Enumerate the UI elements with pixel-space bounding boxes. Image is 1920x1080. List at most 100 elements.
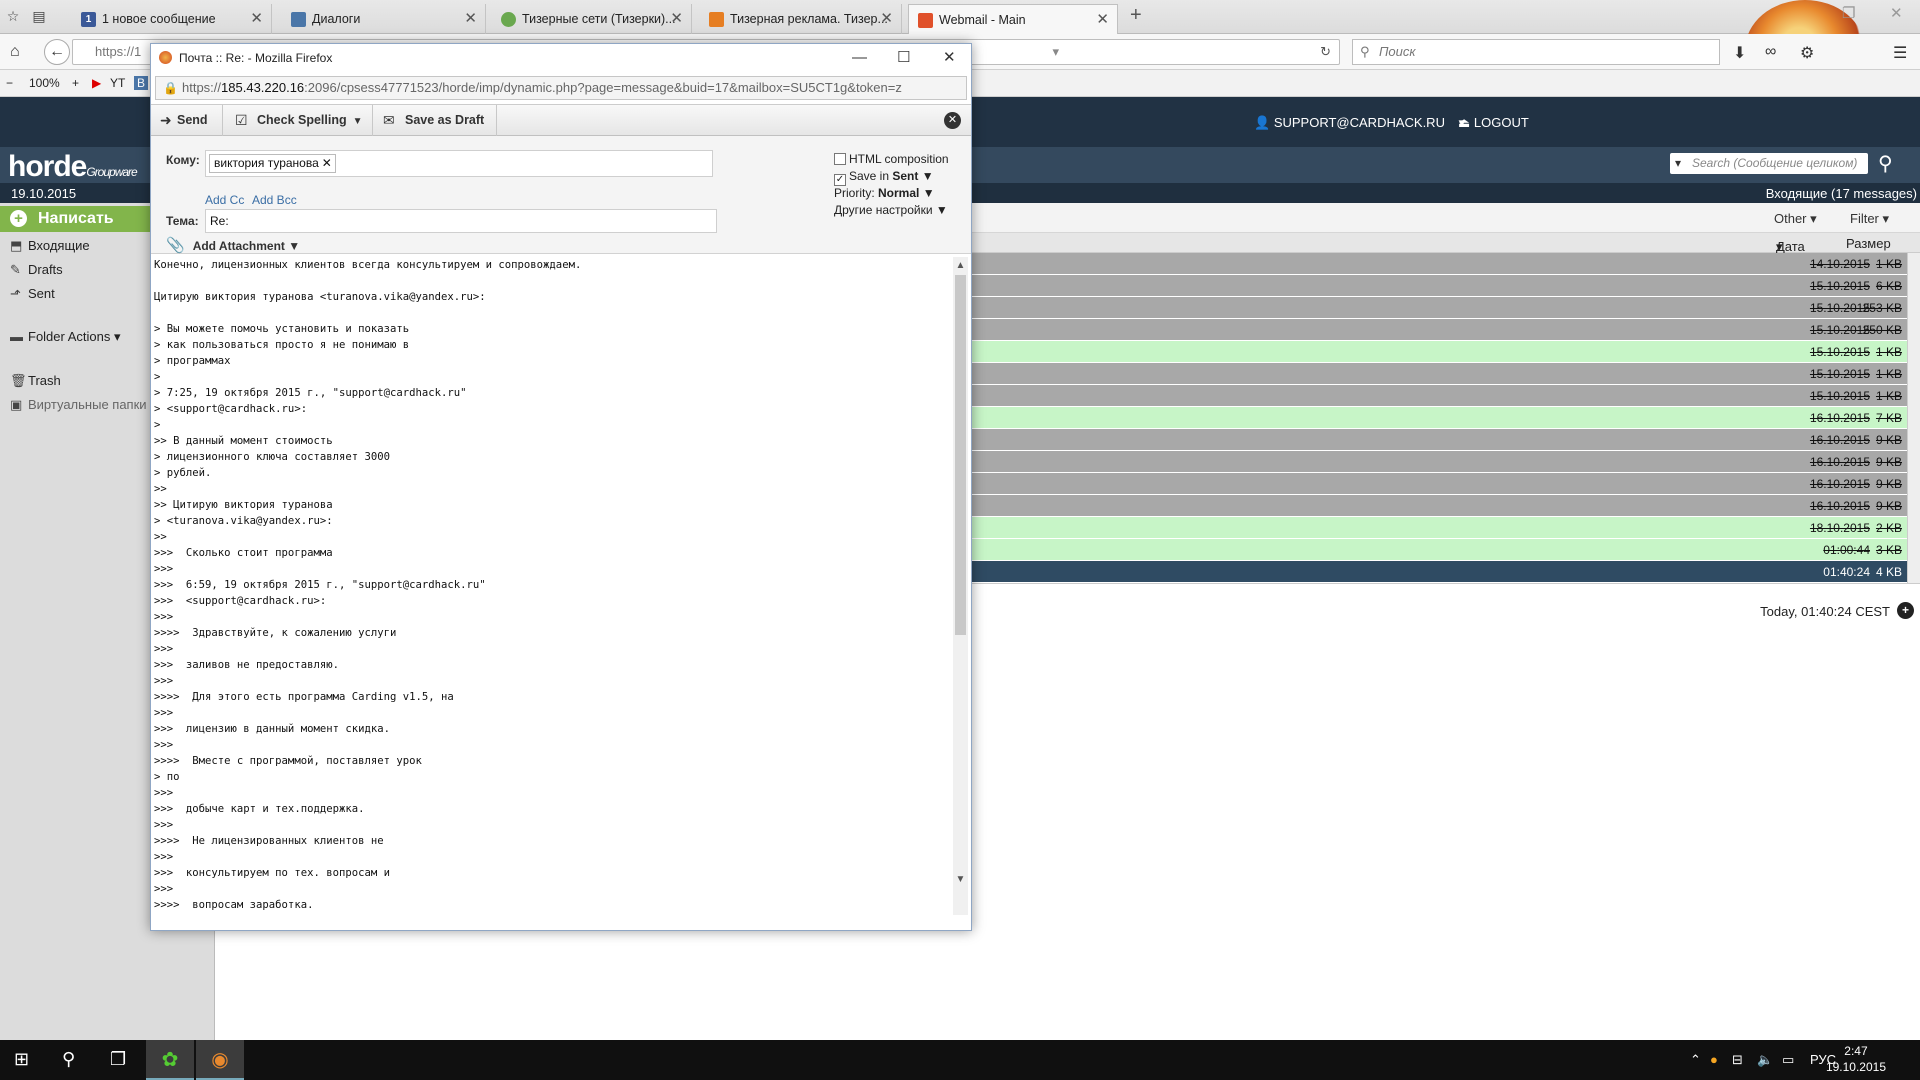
table-row[interactable]: 15.10.2015 1 KB xyxy=(972,385,1907,407)
back-icon[interactable]: ← xyxy=(44,39,70,65)
new-tab-button[interactable]: + xyxy=(1130,4,1142,27)
table-row[interactable]: 01:00:44 3 KB xyxy=(972,539,1907,561)
restore-window-icon[interactable]: ❐ xyxy=(1842,4,1855,22)
tab-close-icon[interactable]: ✕ xyxy=(1096,5,1109,34)
windows-start-icon[interactable]: ⊞ xyxy=(14,1049,29,1070)
logout-link[interactable]: ⏏ LOGOUT xyxy=(1458,115,1529,131)
save-in-sent-option[interactable]: ✓ Save in Sent ▼ xyxy=(834,169,934,186)
other-settings-option[interactable]: Другие настройки ▼ xyxy=(834,203,948,217)
minimize-icon[interactable]: — xyxy=(852,44,867,72)
search-icon[interactable]: ⚲ xyxy=(1878,151,1893,176)
remove-recipient-icon[interactable]: ✕ xyxy=(322,155,332,172)
tab-webmail-main[interactable]: Webmail - Main ✕ xyxy=(908,4,1118,34)
table-row[interactable]: 16.10.2015 9 KB xyxy=(972,429,1907,451)
close-compose-icon[interactable]: ✕ xyxy=(944,112,961,129)
task-view-icon[interactable]: ❐ xyxy=(110,1049,126,1070)
recipient-chip[interactable]: виктория туранова ✕ xyxy=(209,154,336,173)
maximize-icon[interactable]: ☐ xyxy=(897,44,910,72)
sidebar-item-virtual[interactable]: ▣ Виртуальные папки xyxy=(10,397,147,413)
table-row[interactable]: 15.10.2015 253 KB xyxy=(972,297,1907,319)
table-row[interactable]: 15.10.2015 250 KB xyxy=(972,319,1907,341)
bookmark-yt[interactable]: YT xyxy=(110,76,125,90)
youtube-icon[interactable]: ▶ xyxy=(92,76,101,90)
tab-teaser-networks[interactable]: Тизерные сети (Тизерки)... ✕ xyxy=(492,4,692,34)
horde-search-input[interactable]: ▾ Search (Сообщение целиком) xyxy=(1670,153,1868,174)
sidebar-item-inbox[interactable]: ⬒ Входящие xyxy=(10,238,90,254)
volume-icon[interactable]: 🔈 xyxy=(1757,1052,1773,1068)
tab-new-message[interactable]: 1 1 новое сообщение ✕ xyxy=(72,4,272,34)
network-icon[interactable]: ⊟ xyxy=(1732,1052,1743,1068)
add-icon[interactable]: + xyxy=(1897,602,1914,619)
other-dropdown[interactable]: Other ▾ xyxy=(1774,211,1817,227)
search-icon[interactable]: ⚲ xyxy=(62,1049,75,1070)
table-row[interactable]: 01:40:24 4 KB xyxy=(972,561,1907,583)
subject-field[interactable]: Re: xyxy=(205,209,717,233)
check-spelling-button[interactable]: ☑ Check Spelling ▼ xyxy=(223,105,373,136)
add-cc-link[interactable]: Add Cc xyxy=(205,193,244,207)
message-body-editor[interactable]: Конечно, лицензионных клиентов всегда ко… xyxy=(154,257,951,916)
tray-app-icon[interactable]: ● xyxy=(1710,1052,1718,1067)
tab-close-icon[interactable]: ✕ xyxy=(880,4,893,34)
reading-list-icon[interactable]: ▤ xyxy=(30,7,48,25)
tray-chevron-icon[interactable]: ⌃ xyxy=(1690,1052,1701,1068)
list-scrollbar[interactable] xyxy=(1907,253,1920,583)
zoom-level[interactable]: 100% xyxy=(29,76,60,90)
user-menu[interactable]: 👤 SUPPORT@CARDHACK.RU ▾ xyxy=(1254,115,1465,131)
gear-icon[interactable]: ⚙ xyxy=(1800,43,1814,63)
send-button[interactable]: ➜ Send xyxy=(151,105,223,136)
column-size[interactable]: Размер xyxy=(1846,236,1891,251)
chevron-down-icon: ▾ xyxy=(1810,211,1817,226)
notification-icon[interactable]: ▭ xyxy=(1782,1052,1794,1068)
reload-icon[interactable]: ↻ xyxy=(1320,40,1331,64)
compose-popup-window: Почта :: Re: - Mozilla Firefox — ☐ ✕ 🔒 h… xyxy=(150,43,972,931)
sidebar-item-sent[interactable]: ⬏ Sent xyxy=(10,286,55,302)
priority-option[interactable]: Priority: Normal ▼ xyxy=(834,186,935,200)
zoom-in-icon[interactable]: + xyxy=(72,76,79,90)
close-window-icon[interactable]: ✕ xyxy=(1890,4,1903,22)
sidebar-item-drafts[interactable]: ✎ Drafts xyxy=(10,262,63,278)
html-checkbox[interactable] xyxy=(834,153,846,165)
table-row[interactable]: 16.10.2015 7 KB xyxy=(972,407,1907,429)
mask-icon[interactable]: ∞ xyxy=(1765,43,1776,61)
table-row[interactable]: 16.10.2015 9 KB xyxy=(972,451,1907,473)
url-dropdown-icon[interactable]: ▾ xyxy=(1052,40,1059,64)
scroll-up-icon[interactable]: ▲ xyxy=(953,260,968,271)
add-bcc-link[interactable]: Add Bcc xyxy=(252,193,297,207)
star-icon[interactable]: ☆ xyxy=(4,7,22,25)
search-dropdown-icon[interactable]: ▾ xyxy=(1675,153,1681,174)
tab-dialogs[interactable]: Диалоги ✕ xyxy=(282,4,486,34)
tab-close-icon[interactable]: ✕ xyxy=(250,4,263,34)
zoom-out-icon[interactable]: − xyxy=(6,76,13,90)
home-icon[interactable]: ⌂ xyxy=(10,43,20,61)
scroll-down-icon[interactable]: ▼ xyxy=(953,874,968,885)
bookmark-vk[interactable]: B xyxy=(134,76,149,90)
tab-teaser-ads[interactable]: Тизерная реклама. Тизер... ✕ xyxy=(700,4,902,34)
taskbar-clock[interactable]: 2:47 19.10.2015 xyxy=(1826,1043,1886,1075)
download-icon[interactable]: ⬇ xyxy=(1733,43,1746,63)
table-row[interactable]: 16.10.2015 9 KB xyxy=(972,473,1907,495)
html-composition-option[interactable]: HTML composition xyxy=(834,152,949,166)
popup-url-bar[interactable]: 🔒 https://185.43.220.16:2096/cpsess47771… xyxy=(155,76,967,100)
sidebar-item-trash[interactable]: 🗑Trash xyxy=(10,373,61,389)
to-field[interactable]: виктория туранова ✕ xyxy=(205,150,713,177)
browser-search-input[interactable]: ⚲ Поиск xyxy=(1352,39,1720,65)
firefox-app-icon[interactable]: ◉ xyxy=(196,1040,244,1080)
tab-close-icon[interactable]: ✕ xyxy=(464,4,477,34)
icq-app-icon[interactable]: ✿ xyxy=(146,1040,194,1080)
table-row[interactable]: 15.10.2015 1 KB xyxy=(972,363,1907,385)
add-attachment-button[interactable]: 📎 Add Attachment ▼ xyxy=(166,236,300,254)
save-draft-button[interactable]: ✉ Save as Draft xyxy=(373,105,497,136)
body-scrollbar[interactable]: ▲ ▼ xyxy=(953,257,968,915)
scroll-thumb[interactable] xyxy=(955,275,966,635)
table-row[interactable]: 15.10.2015 6 KB xyxy=(972,275,1907,297)
save-checkbox[interactable]: ✓ xyxy=(834,174,846,186)
folder-actions[interactable]: ▬ Folder Actions ▾ xyxy=(10,329,121,345)
table-row[interactable]: 16.10.2015 9 KB xyxy=(972,495,1907,517)
menu-icon[interactable]: ☰ xyxy=(1893,43,1907,63)
table-row[interactable]: 14.10.2015 1 KB xyxy=(972,253,1907,275)
close-icon[interactable]: ✕ xyxy=(943,44,956,72)
filter-dropdown[interactable]: Filter ▾ xyxy=(1850,211,1889,227)
tab-close-icon[interactable]: ✕ xyxy=(670,4,683,34)
table-row[interactable]: 18.10.2015 2 KB xyxy=(972,517,1907,539)
table-row[interactable]: 15.10.2015 1 KB xyxy=(972,341,1907,363)
